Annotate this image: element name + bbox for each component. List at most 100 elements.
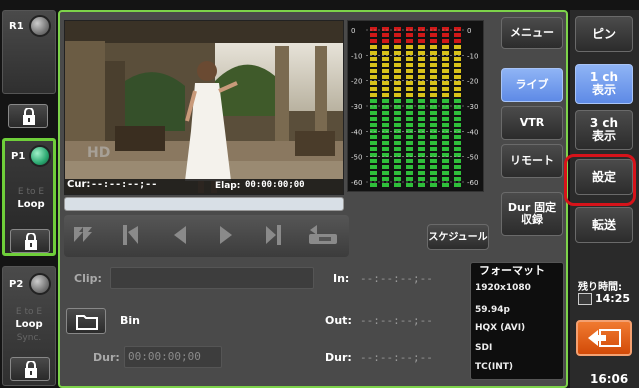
out-label: Out: — [325, 314, 352, 327]
channel-panel-p2[interactable]: P2 E to E Loop Sync. — [2, 266, 56, 386]
menu-button[interactable]: メニュー — [501, 17, 563, 49]
loop-mode-text: Loop — [17, 199, 45, 210]
prev-mark-icon — [123, 225, 138, 245]
meter-segment — [430, 123, 437, 127]
meter-segment — [454, 63, 461, 67]
remote-button[interactable]: リモート — [501, 144, 563, 178]
meter-segment — [382, 165, 389, 169]
meter-segment — [418, 45, 425, 49]
meter-segment — [370, 159, 377, 163]
meter-segment — [454, 69, 461, 73]
format-tc: TC(INT) — [475, 362, 513, 372]
video-scene-image: HD — [65, 21, 343, 194]
next-mark-button[interactable] — [260, 222, 286, 248]
step-back-button[interactable] — [166, 222, 192, 248]
meter-segment — [394, 165, 401, 169]
disk-icon — [578, 293, 592, 305]
meter-segment — [370, 129, 377, 133]
dur2-label: Dur: — [325, 351, 352, 364]
meter-scale-right-label: -60 — [467, 179, 478, 187]
out-timecode: --:--:--;-- — [360, 314, 433, 327]
step-back-icon — [174, 226, 186, 244]
meter-segment — [442, 183, 449, 187]
lock-button-p2[interactable] — [10, 357, 50, 381]
eject-clip-button[interactable] — [305, 222, 343, 248]
channel-label: P2 — [9, 279, 24, 290]
meter-segment — [454, 57, 461, 61]
meter-segment — [406, 57, 413, 61]
meter-segment — [394, 27, 401, 31]
format-rate: 59.94p — [475, 305, 510, 315]
pin-button[interactable]: ピン — [575, 16, 633, 52]
meter-segment — [370, 117, 377, 121]
meter-segment — [442, 123, 449, 127]
meter-segment — [406, 129, 413, 133]
remaining-time-value: 14:25 — [595, 292, 631, 305]
dur-fixed-record-button[interactable]: Dur 固定 収録 — [501, 192, 563, 236]
mode-dim-text: E to E — [17, 187, 45, 197]
meter-segment — [406, 141, 413, 145]
format-io: SDI — [475, 343, 493, 353]
meter-segment — [406, 69, 413, 73]
meter-segment — [382, 51, 389, 55]
schedule-button[interactable]: スケジュール — [427, 224, 489, 250]
meter-segment — [406, 123, 413, 127]
scrub-bar[interactable] — [64, 197, 344, 211]
clip-name-field[interactable] — [110, 267, 314, 289]
rewind-button[interactable] — [70, 222, 96, 248]
prev-mark-button[interactable] — [118, 222, 144, 248]
meter-segment — [406, 51, 413, 55]
live-button[interactable]: ライブ — [501, 68, 563, 102]
ch3-display-button[interactable]: 3 ch 表示 — [575, 110, 633, 150]
meter-segment — [430, 111, 437, 115]
eject-button[interactable] — [576, 320, 632, 356]
meter-segment — [454, 141, 461, 145]
meter-segment — [454, 183, 461, 187]
meter-segment — [418, 165, 425, 169]
meter-scale-right-label: -50 — [467, 154, 478, 162]
meter-segment — [454, 111, 461, 115]
meter-segment — [394, 135, 401, 139]
meter-segment — [442, 147, 449, 151]
meter-segment — [370, 141, 377, 145]
meter-segment — [442, 177, 449, 181]
bin-folder-button[interactable] — [66, 308, 106, 334]
transfer-button[interactable]: 転送 — [575, 207, 633, 243]
meter-segment — [454, 105, 461, 109]
next-mark-icon — [266, 225, 281, 245]
cur-timecode: --:--:--;-- — [91, 179, 158, 190]
vtr-button[interactable]: VTR — [501, 106, 563, 140]
meter-segment — [430, 75, 437, 79]
lock-button-p1[interactable] — [10, 229, 50, 253]
meter-segment — [382, 69, 389, 73]
meter-segment — [394, 111, 401, 115]
meter-segment — [454, 177, 461, 181]
elap-timecode: 00:00:00;00 — [245, 180, 305, 190]
meter-segment — [418, 129, 425, 133]
in-label: In: — [333, 272, 350, 285]
status-led — [29, 145, 51, 167]
lock-button-r1[interactable] — [8, 104, 48, 128]
meter-segment — [418, 75, 425, 79]
meter-segment — [442, 171, 449, 175]
meter-segment — [406, 135, 413, 139]
channel-panel-p1[interactable]: P1 E to E Loop — [2, 138, 56, 256]
channel-panel-r1[interactable]: R1 — [2, 10, 56, 94]
meter-segment — [406, 39, 413, 43]
meter-segment — [418, 93, 425, 97]
meter-segment — [442, 159, 449, 163]
meter-segment — [370, 99, 377, 103]
status-led — [29, 15, 51, 37]
step-forward-button[interactable] — [214, 222, 240, 248]
meter-segment — [454, 33, 461, 37]
cur-label: Cur: — [67, 179, 91, 190]
meter-segment — [442, 51, 449, 55]
meter-segment — [406, 87, 413, 91]
meter-segment — [382, 99, 389, 103]
meter-segment — [418, 39, 425, 43]
ch1-display-button[interactable]: 1 ch 表示 — [575, 64, 633, 104]
meter-scale-left-label: -20 — [351, 78, 362, 86]
meter-segment — [406, 75, 413, 79]
meter-segment — [370, 87, 377, 91]
meter-segment — [454, 165, 461, 169]
